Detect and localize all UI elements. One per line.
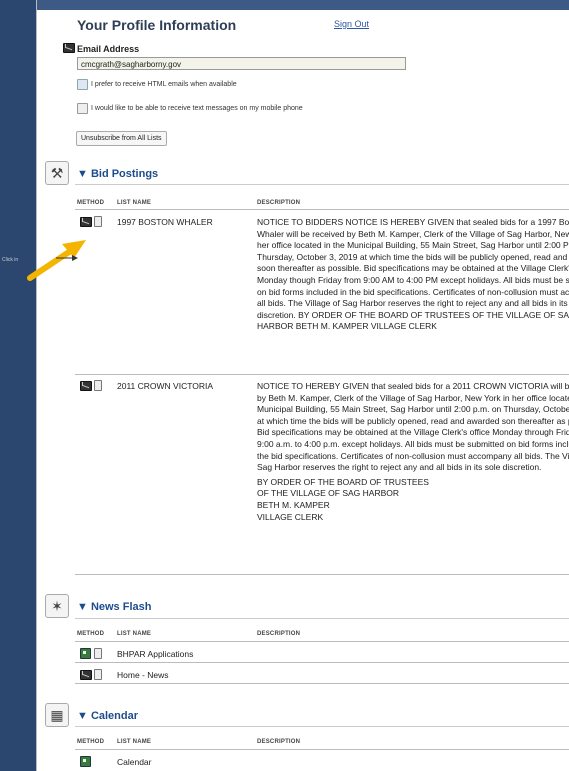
envelope-icon — [63, 43, 75, 53]
col-list-name: LIST NAME — [117, 200, 152, 206]
divider — [75, 726, 569, 727]
email-method-checked-icon[interactable] — [80, 648, 91, 659]
col-description: DESCRIPTION — [257, 739, 301, 745]
list-description: NOTICE TO BIDDERS NOTICE IS HEREBY GIVEN… — [257, 217, 569, 332]
page-title: Your Profile Information — [77, 17, 237, 33]
list-name: Home - News — [117, 670, 169, 680]
list-name: 1997 BOSTON WHALER — [117, 217, 213, 227]
list-name: BHPAR Applications — [117, 649, 194, 659]
email-method-icon[interactable] — [80, 381, 92, 391]
divider — [75, 209, 569, 210]
section-news-flash[interactable]: ▼ News Flash — [77, 601, 151, 613]
sms-method-icon[interactable] — [94, 216, 102, 227]
col-method: METHOD — [77, 739, 105, 745]
email-field[interactable]: cmcgrath@sagharborny.gov — [77, 57, 406, 70]
divider — [75, 618, 569, 619]
divider — [75, 683, 569, 684]
divider — [75, 574, 569, 575]
sms-method-icon[interactable] — [94, 669, 102, 680]
sign-out-link[interactable]: Sign Out — [334, 19, 369, 29]
left-background — [0, 0, 36, 771]
col-description: DESCRIPTION — [257, 631, 301, 637]
email-method-icon[interactable] — [80, 217, 92, 227]
broadcast-icon: ✶ — [45, 594, 69, 618]
list-name: Calendar — [117, 757, 152, 767]
email-method-checked-icon[interactable] — [80, 756, 91, 767]
calendar-icon: ▦ — [45, 703, 69, 727]
list-name: 2011 CROWN VICTORIA — [117, 381, 214, 391]
divider — [75, 662, 569, 663]
col-method: METHOD — [77, 631, 105, 637]
section-calendar[interactable]: ▼ Calendar — [77, 710, 138, 722]
profile-panel: Your Profile Information Sign Out Email … — [36, 0, 569, 771]
html-pref-checkbox[interactable] — [77, 79, 88, 90]
col-method: METHOD — [77, 200, 105, 206]
divider — [75, 184, 569, 185]
email-method-icon[interactable] — [80, 670, 92, 680]
col-description: DESCRIPTION — [257, 200, 301, 206]
divider — [75, 641, 569, 642]
list-description: NOTICE TO HEREBY GIVEN that sealed bids … — [257, 381, 569, 522]
email-label: Email Address — [77, 44, 140, 54]
col-list-name: LIST NAME — [117, 739, 152, 745]
html-pref-label: I prefer to receive HTML emails when ava… — [91, 81, 237, 88]
sms-method-icon[interactable] — [94, 648, 102, 659]
text-pref-label: I would like to be able to receive text … — [91, 105, 303, 112]
unsubscribe-button[interactable]: Unsubscribe from All Lists — [76, 131, 167, 146]
col-list-name: LIST NAME — [117, 631, 152, 637]
click-annotation-label: Click in — [2, 257, 19, 263]
sms-method-icon[interactable] — [94, 380, 102, 391]
divider — [75, 749, 569, 750]
divider — [75, 374, 569, 375]
text-pref-checkbox[interactable] — [77, 103, 88, 114]
section-bid-postings[interactable]: ▼ Bid Postings — [77, 168, 158, 180]
top-bar — [37, 0, 569, 10]
gavel-icon: ⚒ — [45, 161, 69, 185]
